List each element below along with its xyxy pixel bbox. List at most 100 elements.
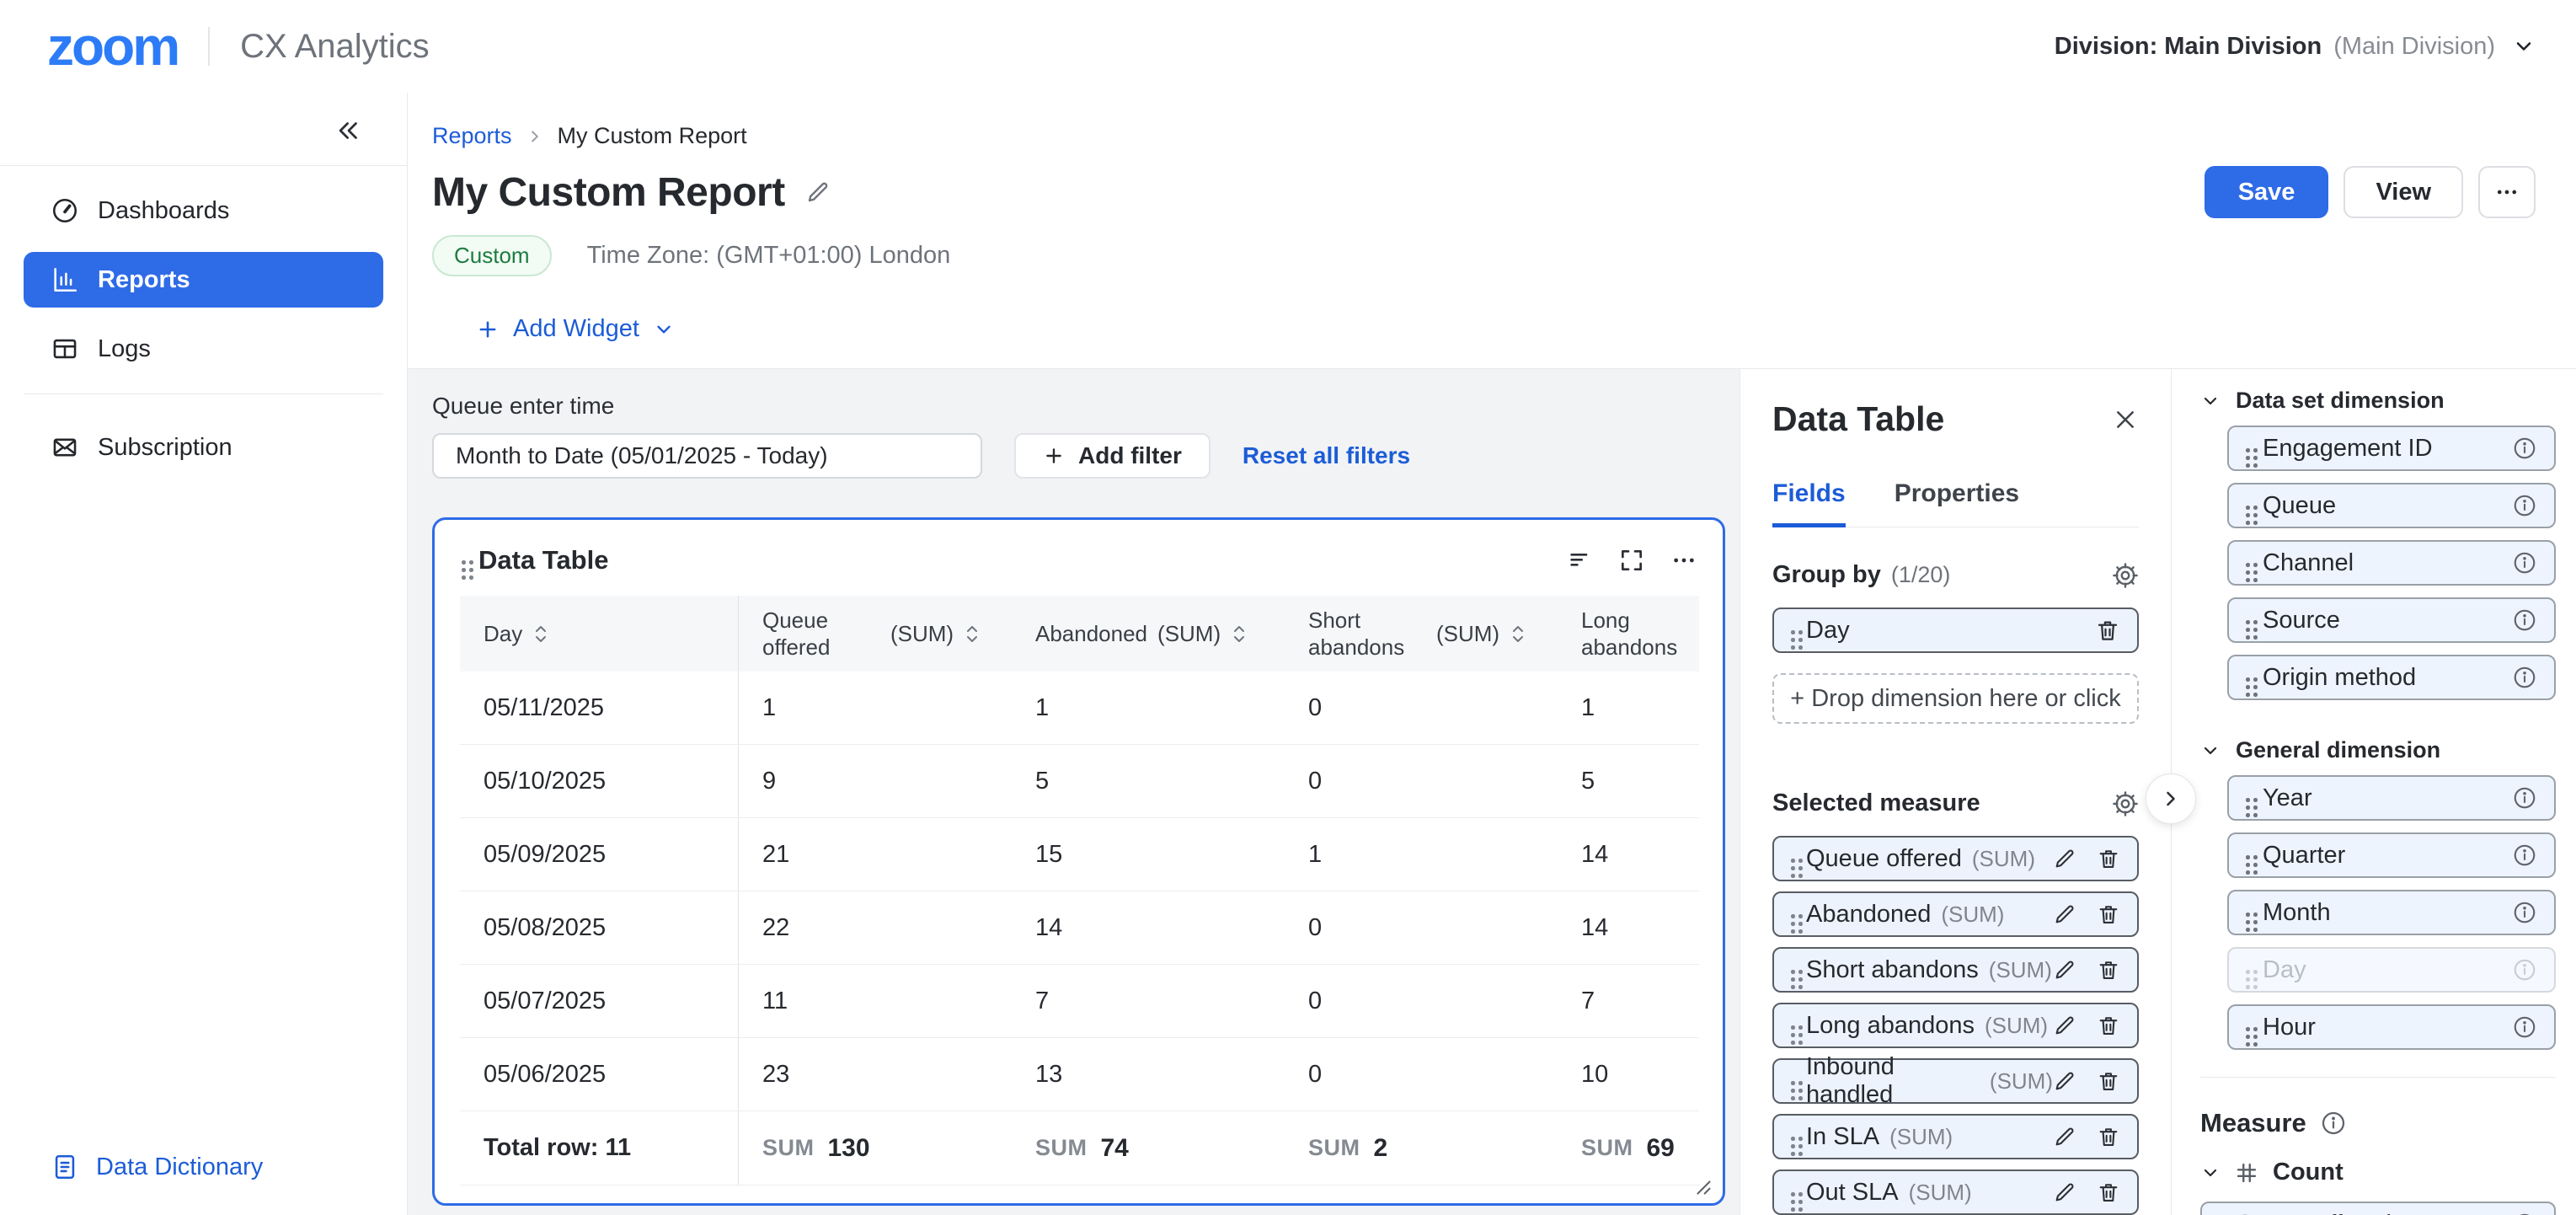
sidebar-collapse-button[interactable] (334, 116, 363, 145)
envelope-icon (51, 433, 79, 462)
info-icon[interactable] (2512, 1212, 2537, 1215)
edit-measure-button[interactable] (2053, 1014, 2076, 1037)
save-button[interactable]: Save (2205, 166, 2329, 218)
value-cell: 13 (1012, 1038, 1285, 1111)
info-icon[interactable] (2512, 550, 2537, 575)
sort-icon[interactable] (964, 623, 981, 645)
remove-measure-button[interactable] (2097, 847, 2120, 870)
column-header-day[interactable]: Day (460, 596, 739, 672)
selected-measure-settings-button[interactable] (2112, 790, 2139, 817)
dimension-chip-origin-method[interactable]: Origin method (2227, 655, 2556, 700)
info-icon[interactable] (2512, 493, 2537, 518)
sum-tag: SUM (1035, 1135, 1088, 1161)
edit-measure-button[interactable] (2053, 1125, 2076, 1148)
sidebar-item-subscription[interactable]: Subscription (24, 420, 383, 475)
rename-report-button[interactable] (805, 179, 831, 205)
edit-measure-button[interactable] (2053, 958, 2076, 982)
data-dictionary-link[interactable]: Data Dictionary (0, 1153, 407, 1215)
measure-chip-out-sla[interactable]: Out SLA (SUM) (1772, 1170, 2139, 1215)
measure-chip-abandoned[interactable]: Abandoned (SUM) (1772, 891, 2139, 937)
measure-chip-queue-offered[interactable]: Queue offered (SUM) (1772, 836, 2139, 881)
info-icon[interactable] (2320, 1110, 2347, 1137)
value-cell: 15 (1012, 818, 1285, 891)
dimension-chip-quarter[interactable]: Quarter (2227, 832, 2556, 878)
sort-icon[interactable] (1510, 623, 1526, 645)
column-header-short-abandons[interactable]: Short abandons (SUM) (1285, 596, 1558, 672)
column-header-abandoned[interactable]: Abandoned (SUM) (1012, 596, 1285, 672)
sort-icon[interactable] (532, 623, 549, 645)
breadcrumb-parent-link[interactable]: Reports (432, 123, 512, 149)
gear-icon (2112, 790, 2139, 817)
dimension-chip-hour[interactable]: Hour (2227, 1004, 2556, 1050)
widget-more-button[interactable] (1670, 547, 1697, 574)
total-label: Total row: 11 (460, 1111, 739, 1185)
remove-dimension-button[interactable] (2095, 618, 2120, 643)
sidebar-item-dashboards[interactable]: Dashboards (24, 183, 383, 238)
dimension-chip-year[interactable]: Year (2227, 775, 2556, 821)
remove-measure-button[interactable] (2097, 1125, 2120, 1148)
dimension-chip-channel[interactable]: Channel (2227, 540, 2556, 586)
value-cell: 7 (1558, 965, 1699, 1037)
more-actions-button[interactable] (2478, 166, 2536, 218)
remove-measure-button[interactable] (2097, 1014, 2120, 1037)
measure-chip-short-abandons[interactable]: Short abandons (SUM) (1772, 947, 2139, 993)
sidebar-item-logs[interactable]: Logs (24, 321, 383, 377)
add-widget-button[interactable]: Add Widget (476, 315, 2536, 343)
general-dimension-header[interactable]: General dimension (2200, 737, 2556, 763)
trash-icon (2097, 1069, 2120, 1093)
view-button[interactable]: View (2344, 166, 2463, 218)
widget-fullscreen-button[interactable] (1618, 547, 1645, 574)
edit-measure-button[interactable] (2053, 847, 2076, 870)
group-by-settings-button[interactable] (2112, 562, 2139, 589)
library-panel-toggle-button[interactable] (2146, 773, 2196, 824)
widget-filter-button[interactable] (1566, 547, 1593, 574)
drop-dimension-zone[interactable]: + Drop dimension here or click (1772, 673, 2139, 724)
edit-measure-button[interactable] (2053, 1180, 2076, 1204)
chip-agg: (SUM) (1972, 846, 2035, 872)
info-icon[interactable] (2512, 436, 2537, 461)
info-icon[interactable] (2512, 1014, 2537, 1040)
dimension-chip-source[interactable]: Source (2227, 597, 2556, 643)
reset-filters-link[interactable]: Reset all filters (1243, 442, 1410, 469)
library-divider (2200, 1077, 2556, 1078)
widget-resize-handle[interactable] (1689, 1173, 1713, 1196)
day-cell: 05/08/2025 (460, 891, 739, 964)
edit-measure-button[interactable] (2053, 1069, 2076, 1093)
add-filter-button[interactable]: Add filter (1014, 433, 1211, 479)
date-range-input[interactable] (432, 433, 982, 479)
tab-fields[interactable]: Fields (1772, 479, 1846, 527)
info-icon[interactable] (2512, 665, 2537, 690)
column-header-queue-offered[interactable]: Queue offered (SUM) (739, 596, 1012, 672)
info-icon[interactable] (2512, 785, 2537, 811)
measure-chip-long-abandons[interactable]: Long abandons (SUM) (1772, 1003, 2139, 1048)
column-agg: (SUM) (1157, 621, 1221, 647)
tab-properties[interactable]: Properties (1895, 479, 2019, 527)
remove-measure-button[interactable] (2097, 958, 2120, 982)
edit-measure-button[interactable] (2053, 902, 2076, 926)
info-icon[interactable] (2512, 608, 2537, 633)
remove-measure-button[interactable] (2097, 1180, 2120, 1204)
sort-icon[interactable] (1231, 623, 1248, 645)
division-selector[interactable]: Division: Main Division (Main Division) (2055, 33, 2536, 61)
dimension-chip-engagement-id[interactable]: Engagement ID (2227, 426, 2556, 471)
dimension-chip-queue[interactable]: Queue (2227, 483, 2556, 528)
measure-group-count[interactable]: Count (2200, 1159, 2556, 1186)
remove-measure-button[interactable] (2097, 902, 2120, 926)
pencil-icon (2053, 847, 2076, 870)
data-set-dimension-header[interactable]: Data set dimension (2200, 388, 2556, 414)
info-icon[interactable] (2512, 843, 2537, 868)
group-by-chip-day[interactable]: Day (1772, 608, 2139, 653)
page-actions: Save View (2205, 166, 2536, 218)
info-icon[interactable] (2512, 900, 2537, 925)
dimension-chip-month[interactable]: Month (2227, 890, 2556, 935)
measure-chip-inbound-handled[interactable]: Inbound handled (SUM) (1772, 1058, 2139, 1104)
value-cell: 21 (739, 818, 1012, 891)
remove-measure-button[interactable] (2097, 1069, 2120, 1093)
column-header-long-abandons[interactable]: Long abandons (SUM) (1558, 596, 1699, 672)
sidebar-item-reports[interactable]: Reports (24, 252, 383, 308)
inspector-close-button[interactable] (2112, 406, 2139, 433)
chip-label: Channel (2263, 549, 2354, 577)
data-table-widget[interactable]: Data Table (432, 517, 1725, 1206)
measure-chip-queue-offered-partial[interactable]: Queue offered (2200, 1202, 2556, 1215)
measure-chip-in-sla[interactable]: In SLA (SUM) (1772, 1114, 2139, 1159)
